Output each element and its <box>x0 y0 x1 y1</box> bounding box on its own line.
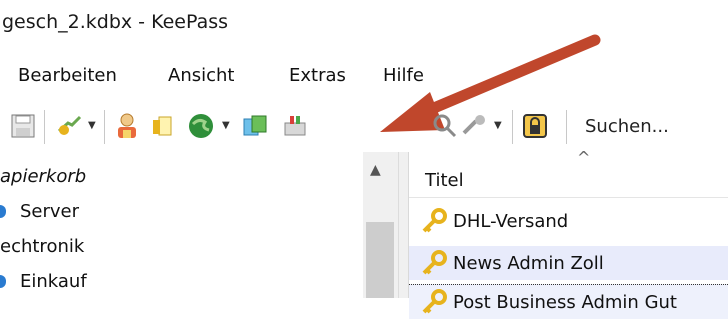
dropdown-arrow-icon[interactable]: ▼ <box>222 120 230 131</box>
add-entry-icon[interactable] <box>112 110 142 142</box>
group-tree: apierkorb Server echtronik Einkauf <box>0 152 398 298</box>
find-icon[interactable] <box>430 110 460 142</box>
save-icon[interactable] <box>8 110 38 142</box>
autotype-icon[interactable] <box>460 110 490 142</box>
tree-item-label: apierkorb <box>0 166 87 187</box>
key-icon <box>421 289 447 315</box>
open-database-icon[interactable] <box>54 110 84 142</box>
folder-icon <box>0 275 6 288</box>
key-icon <box>421 250 447 276</box>
toolbar-separator <box>44 110 45 144</box>
tree-item-label: echtronik <box>0 236 85 257</box>
list-item[interactable]: Post Business Admin Gut <box>409 284 728 319</box>
dropdown-arrow-icon[interactable]: ▼ <box>88 120 96 131</box>
sync-icon[interactable] <box>186 110 216 142</box>
tree-item-elektronik[interactable]: echtronik <box>0 236 84 257</box>
list-item[interactable]: News Admin Zoll <box>409 246 728 280</box>
tree-item-papierkorb[interactable]: apierkorb <box>0 166 86 187</box>
toolbar: ▼ ▼ ▼ Suchen... <box>0 34 728 150</box>
list-item[interactable]: DHL-Versand <box>409 204 728 238</box>
copy-icon[interactable] <box>240 110 270 142</box>
window-title: gesch_2.kdbx - KeePass <box>2 11 229 33</box>
search-input[interactable]: Suchen... <box>585 116 669 137</box>
entry-title: Post Business Admin Gut <box>453 291 677 313</box>
plugin-icon[interactable] <box>280 110 310 142</box>
key-icon <box>421 208 447 234</box>
tree-item-server[interactable]: Server <box>0 201 79 222</box>
column-header-label: Titel <box>425 170 464 191</box>
sort-ascending-icon: ^ <box>577 148 591 167</box>
tree-item-label: Einkauf <box>20 271 87 292</box>
scroll-up-icon[interactable]: ▲ <box>370 162 381 178</box>
edit-entry-icon[interactable] <box>148 110 178 142</box>
tree-item-einkauf[interactable]: Einkauf <box>0 271 87 292</box>
toolbar-separator <box>104 110 105 144</box>
scrollbar-thumb[interactable] <box>366 222 394 298</box>
tree-item-label: Server <box>20 201 80 222</box>
lock-icon[interactable] <box>520 110 550 142</box>
toolbar-separator <box>512 110 513 144</box>
entry-title: News Admin Zoll <box>453 252 604 274</box>
folder-icon <box>0 205 6 218</box>
menu-ansicht[interactable]: Ansicht <box>168 65 234 86</box>
menu-bearbeiten[interactable]: Bearbeiten <box>18 65 117 86</box>
dropdown-arrow-icon[interactable]: ▼ <box>494 120 502 131</box>
annotation-arrow-icon <box>380 34 601 132</box>
entry-title: DHL-Versand <box>453 210 569 232</box>
menu-extras[interactable]: Extras <box>289 65 346 86</box>
column-header-title[interactable]: Titel ^ <box>409 148 728 198</box>
toolbar-separator <box>566 110 567 144</box>
